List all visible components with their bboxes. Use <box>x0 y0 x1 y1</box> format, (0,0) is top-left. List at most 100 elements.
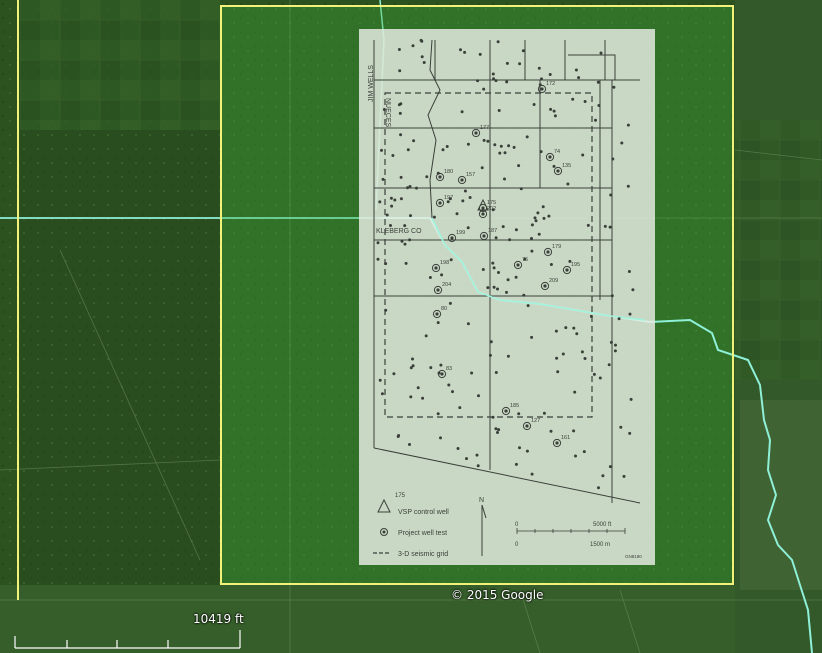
well-dot <box>574 68 578 72</box>
well-dot <box>428 276 432 279</box>
county-label-nueces: NUECES <box>384 98 391 128</box>
well-dot <box>424 334 428 338</box>
well-dot <box>512 145 516 149</box>
well-dot <box>493 143 497 147</box>
well-dot <box>610 294 614 298</box>
legend-vsp-label: VSP control well <box>398 509 449 516</box>
well-dot <box>459 48 462 52</box>
project-well-label: 202 <box>487 206 496 212</box>
well-dot <box>506 278 510 282</box>
well-dot <box>463 189 467 193</box>
project-well-label: 197 <box>444 195 453 201</box>
well-dot <box>447 383 451 387</box>
well-dot <box>482 138 486 142</box>
scale-bar-label: 10419 ft <box>193 612 244 626</box>
well-dot <box>534 219 538 223</box>
well-dot <box>521 49 525 53</box>
well-dot <box>406 186 409 190</box>
well-dot <box>461 199 465 203</box>
project-well-dot-187 <box>482 234 486 238</box>
project-well-dot-180 <box>438 175 442 179</box>
well-dot <box>609 193 613 197</box>
well-dot <box>432 215 436 219</box>
well-dot <box>556 370 560 374</box>
well-dot <box>613 349 617 353</box>
well-dot <box>481 268 485 271</box>
well-dot <box>536 211 540 215</box>
well-dot <box>503 151 507 155</box>
well-dot <box>489 340 493 344</box>
project-well-dot-157 <box>460 178 464 182</box>
well-dot <box>491 72 495 76</box>
well-dot <box>492 266 496 270</box>
well-dot <box>465 457 468 461</box>
county-label-kleberg: KLEBERG CO <box>376 228 422 235</box>
well-dot <box>488 353 492 357</box>
project-well-label: 127 <box>531 418 540 424</box>
county-label-jim-wells: JIM WELLS <box>368 65 375 102</box>
well-dot <box>537 66 541 70</box>
well-dot <box>399 175 403 179</box>
well-dot <box>627 270 631 273</box>
well-dot <box>422 61 426 64</box>
well-dot <box>581 153 585 157</box>
well-dot <box>548 73 552 76</box>
well-dot <box>468 196 472 199</box>
well-dot <box>389 196 393 200</box>
well-dot <box>378 200 382 204</box>
well-dot <box>530 472 534 476</box>
well-dot <box>619 425 623 429</box>
well-dot <box>519 187 523 191</box>
well-dot <box>494 427 498 431</box>
well-dot <box>491 261 495 265</box>
legend-project-label: Project well test <box>398 530 447 537</box>
copyright-text: © 2015 Google <box>451 588 544 602</box>
project-well-label: 135 <box>562 163 571 169</box>
well-dot <box>381 177 385 181</box>
map-canvas[interactable]: 172 177 74 135 180 157 197 175 202 199 187 179 198 76… <box>0 0 822 653</box>
well-dot <box>631 288 635 292</box>
project-well-dot-195 <box>565 268 569 272</box>
well-dot <box>518 446 521 450</box>
well-dot <box>494 371 498 374</box>
well-dot <box>549 429 553 433</box>
well-dot <box>496 431 499 434</box>
scale-ft-label: 5000 ft <box>593 522 612 528</box>
well-dot <box>393 198 397 202</box>
well-dot <box>499 144 503 148</box>
well-dot <box>601 474 605 478</box>
project-well-label: 172 <box>546 81 555 87</box>
well-dot <box>494 79 498 83</box>
project-well-label: 179 <box>552 244 561 250</box>
well-dot <box>629 397 633 401</box>
well-dot <box>542 411 546 415</box>
well-dot <box>552 164 556 168</box>
well-dot <box>486 139 490 143</box>
well-dot <box>492 77 496 81</box>
well-dot <box>599 51 603 55</box>
project-well-label: 76 <box>522 257 528 263</box>
well-dot <box>626 123 630 127</box>
well-dot <box>571 97 575 101</box>
well-dot <box>549 263 553 266</box>
well-dot <box>409 395 413 399</box>
well-dot <box>530 223 534 227</box>
well-dot <box>628 431 632 435</box>
well-dot <box>411 364 415 368</box>
well-dot <box>406 148 410 152</box>
well-dot <box>391 154 395 157</box>
well-dot <box>537 232 541 236</box>
well-dot <box>583 357 587 360</box>
well-dot <box>577 76 581 80</box>
well-dot <box>597 486 600 490</box>
well-dot <box>385 213 389 217</box>
well-dot <box>451 390 454 394</box>
well-dot <box>411 357 414 361</box>
project-well-dot-127 <box>525 424 529 428</box>
well-dot <box>497 109 501 112</box>
well-dot <box>539 150 543 154</box>
well-dot <box>505 290 508 294</box>
well-dot <box>549 107 553 111</box>
north-label: N <box>479 497 484 504</box>
well-dot <box>470 371 474 375</box>
